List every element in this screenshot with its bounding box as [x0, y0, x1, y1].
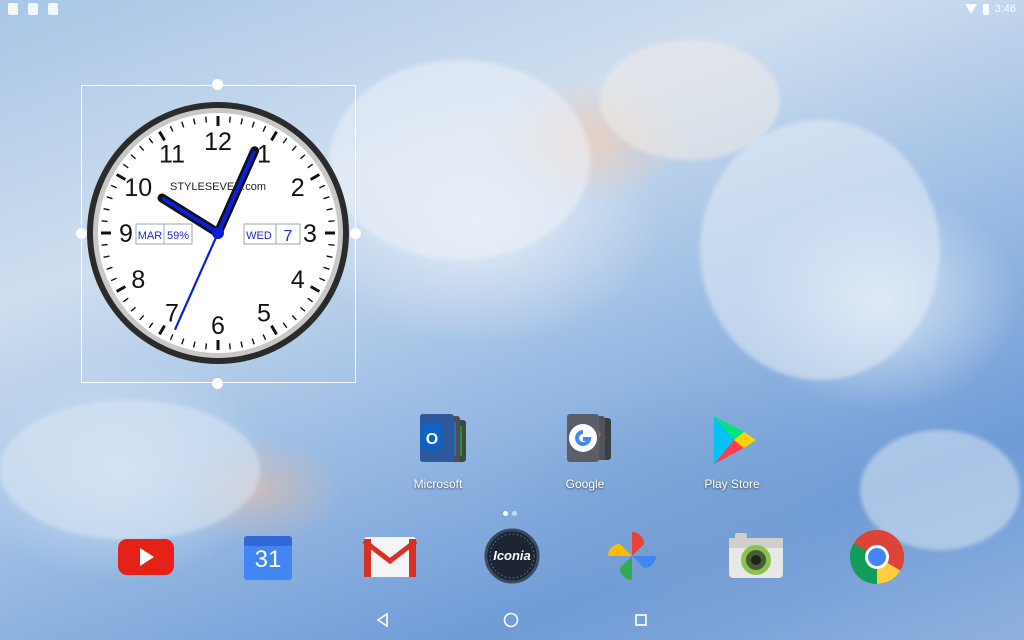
page-indicator: [503, 511, 517, 516]
clock-numeral: 1: [257, 140, 271, 168]
resize-handle-right[interactable]: [350, 228, 361, 239]
sd-card-icon: [48, 3, 58, 15]
clock-battery: 59%: [167, 230, 189, 242]
page-dot: [512, 511, 517, 516]
clock-numeral: 2: [291, 174, 305, 202]
clock-center-cap: [212, 227, 224, 239]
clock-numeral: 5: [257, 300, 271, 328]
clock-numeral: 3: [303, 220, 317, 248]
folder-label: Google: [565, 477, 605, 491]
clock-day: 7: [284, 228, 293, 245]
battery-icon: [982, 3, 989, 15]
folder-google[interactable]: Google: [540, 412, 630, 491]
clock-numeral: 4: [291, 266, 305, 294]
resize-handle-bottom[interactable]: [212, 378, 223, 389]
calendar-day: 31: [254, 546, 282, 573]
gmail-icon[interactable]: [362, 533, 418, 581]
minute-tick: [228, 343, 231, 350]
google-folder-icon: [567, 414, 611, 462]
minute-tick: [228, 116, 231, 123]
clock-weekday: WED: [246, 230, 272, 242]
clock-numeral: 8: [131, 266, 145, 294]
status-bar: 3:46: [0, 0, 1024, 20]
app-play-store[interactable]: Play Store: [687, 412, 777, 491]
iconia-icon[interactable]: Iconia: [484, 528, 540, 584]
analog-clock-widget[interactable]: 12 1 2 3 4 5 6 7 8 9 10 11 STYLESEVEN.com MAR 59% W…: [86, 100, 350, 366]
clock-numeral: 12: [204, 128, 232, 156]
clock-numeral: 6: [211, 312, 225, 340]
folder-label: Microsoft: [413, 477, 463, 491]
svg-text:O: O: [426, 431, 438, 448]
minute-tick: [205, 343, 208, 350]
wifi-icon: [964, 4, 977, 14]
photos-icon[interactable]: [606, 530, 658, 582]
page-dot-active: [503, 511, 508, 516]
play-store-icon: [714, 416, 756, 464]
clock-numeral: 11: [159, 140, 185, 168]
app-label: Play Store: [704, 477, 760, 491]
recents-icon[interactable]: [634, 612, 648, 628]
folder-microsoft[interactable]: O Microsoft: [393, 412, 483, 491]
minute-tick: [328, 220, 335, 223]
clock-brand: STYLESEVEN.com: [170, 181, 266, 193]
back-icon[interactable]: [375, 612, 389, 628]
iconia-label: Iconia: [493, 548, 531, 563]
minute-tick: [205, 116, 208, 123]
clock-month: MAR: [138, 230, 163, 242]
home-icon[interactable]: [503, 612, 519, 628]
minute-tick: [101, 243, 108, 246]
camera-icon[interactable]: [727, 530, 785, 582]
calendar-icon[interactable]: 31: [244, 532, 292, 582]
clock-numeral: 9: [119, 220, 133, 248]
microsoft-folder-icon: O: [420, 414, 466, 462]
resize-handle-top[interactable]: [212, 79, 223, 90]
status-time: 3:46: [994, 3, 1016, 15]
clock-numeral: 10: [124, 174, 152, 202]
minute-tick: [328, 243, 335, 246]
navigation-bar: [0, 600, 1024, 640]
notification-icon: [8, 3, 18, 15]
chrome-icon[interactable]: [849, 529, 905, 585]
notification-icon: [28, 3, 38, 15]
minute-tick: [101, 220, 108, 223]
youtube-icon[interactable]: [117, 535, 175, 579]
